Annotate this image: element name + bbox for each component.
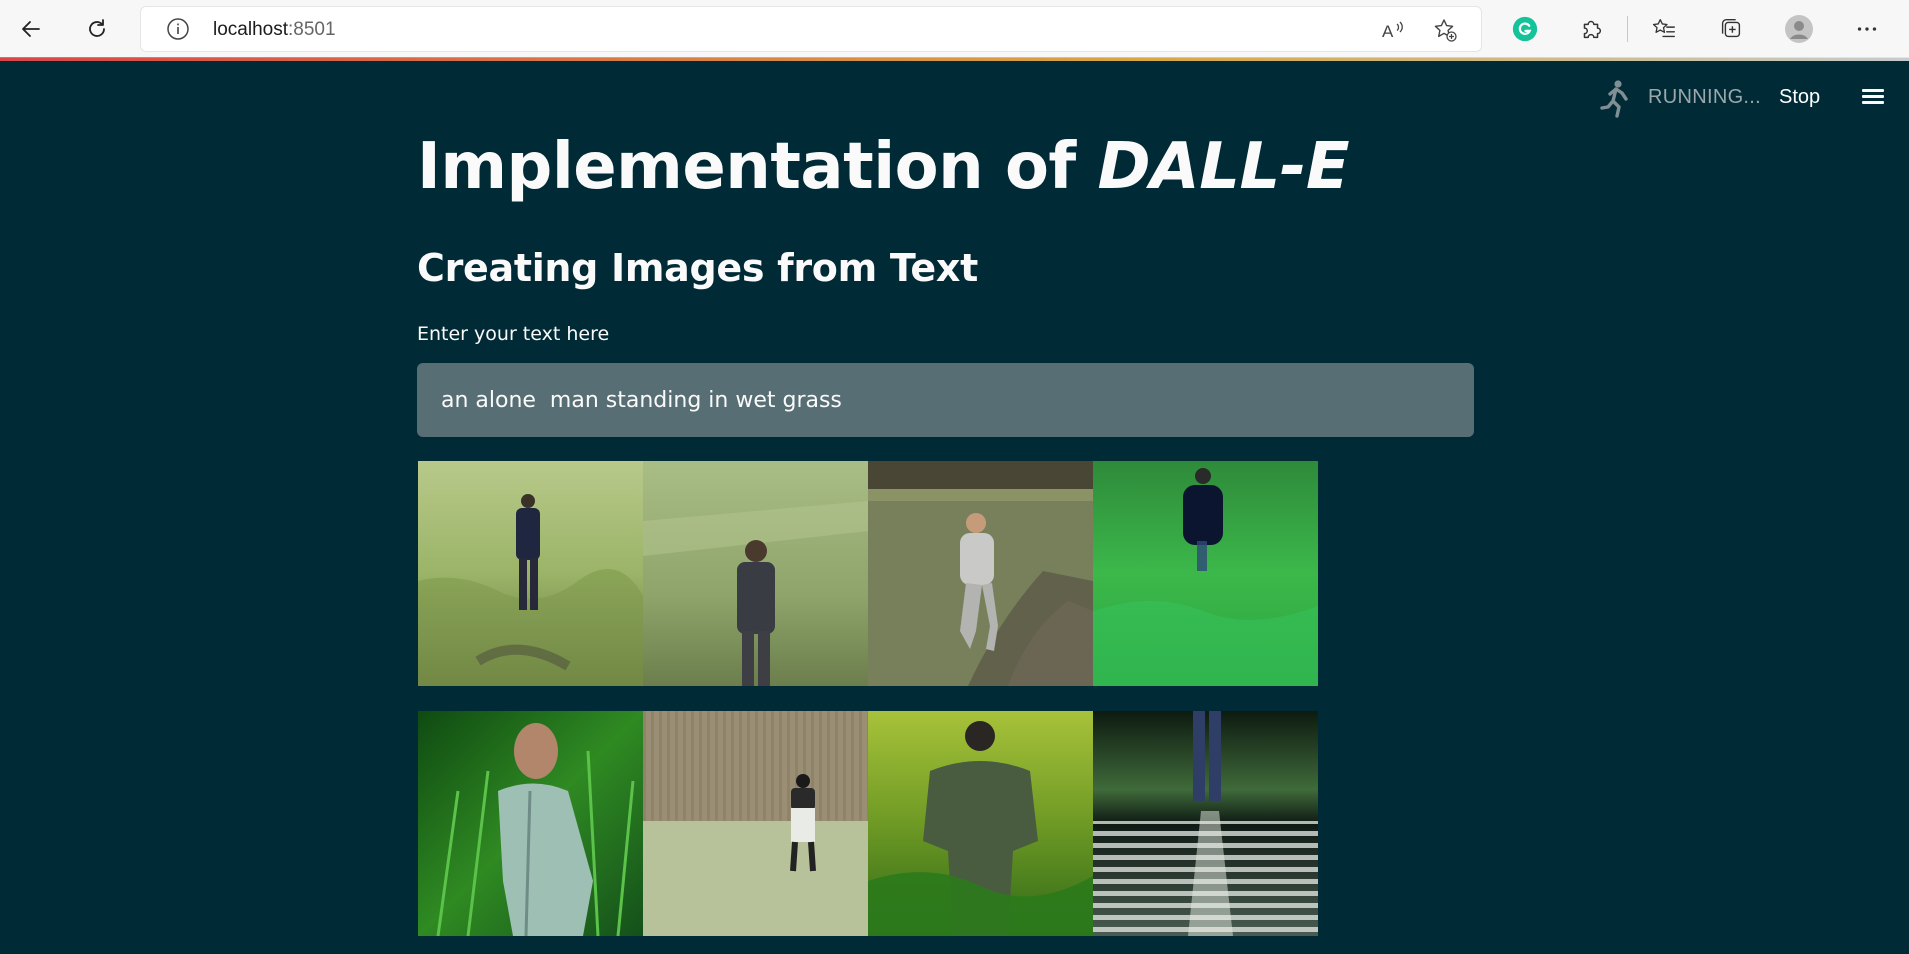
favorites-icon[interactable] [1649, 14, 1679, 44]
prompt-text-input[interactable] [417, 363, 1474, 437]
generated-image [868, 711, 1093, 936]
profile-avatar-icon[interactable] [1784, 14, 1814, 44]
stop-button[interactable]: Stop [1779, 86, 1820, 109]
add-favorite-icon[interactable] [1432, 17, 1458, 43]
generated-image [643, 711, 868, 936]
back-arrow-icon [22, 21, 40, 37]
hamburger-line [1862, 101, 1884, 104]
hamburger-line [1862, 95, 1884, 98]
main-menu-button[interactable] [1859, 86, 1887, 110]
generated-image [418, 461, 643, 686]
url-port: :8501 [288, 19, 336, 40]
text-input-label: Enter your text here [417, 323, 610, 345]
site-info-icon[interactable] [166, 17, 190, 41]
running-status: RUNNING... [1648, 86, 1761, 108]
running-man-icon [1596, 78, 1634, 118]
toolbar-divider [1627, 16, 1628, 42]
generated-image [418, 711, 643, 936]
page-subtitle: Creating Images from Text [417, 246, 978, 290]
reload-button[interactable] [78, 10, 116, 48]
generated-image [1093, 711, 1318, 936]
browser-toolbar: localhost:8501 A [0, 0, 1909, 61]
collections-icon[interactable] [1716, 14, 1746, 44]
read-aloud-icon[interactable]: A [1380, 17, 1406, 43]
generated-image [1093, 461, 1318, 686]
extensions-icon[interactable] [1576, 14, 1606, 44]
title-text: Implementation of [417, 130, 1098, 204]
reload-icon [89, 19, 105, 37]
url-host: localhost [213, 19, 288, 40]
generated-image [643, 461, 868, 686]
address-bar[interactable]: localhost:8501 A [140, 6, 1482, 52]
page-title: Implementation of DALL-E [417, 130, 1350, 204]
more-options-icon[interactable] [1852, 14, 1882, 44]
title-emphasis: DALL-E [1097, 130, 1350, 204]
back-button[interactable] [12, 10, 50, 48]
svg-text:A: A [1382, 22, 1394, 41]
address-url: localhost:8501 [213, 19, 336, 41]
hamburger-line [1862, 89, 1884, 92]
generated-image [868, 461, 1093, 686]
grammarly-extension-icon[interactable] [1510, 14, 1540, 44]
